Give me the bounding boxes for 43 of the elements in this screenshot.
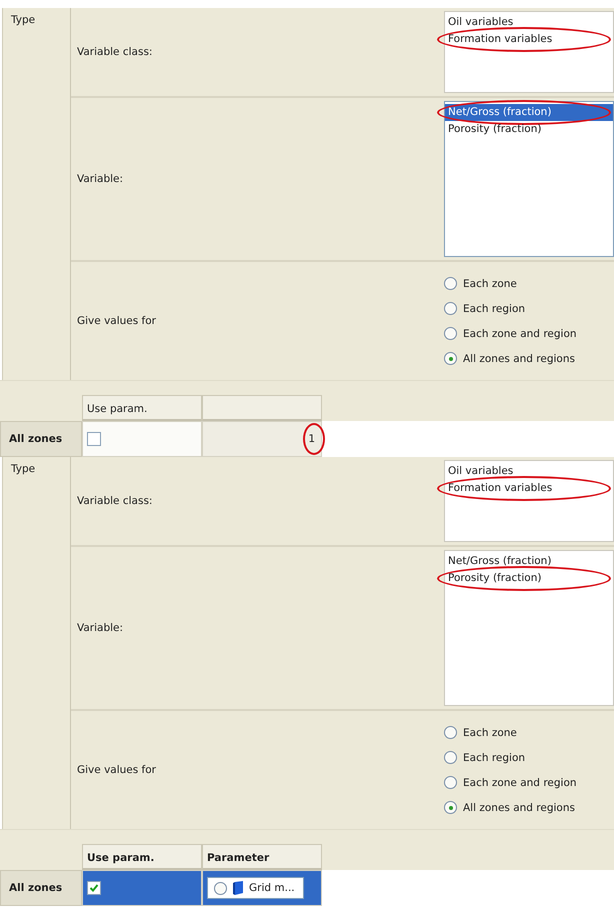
field-label: Variable:	[76, 173, 124, 185]
column-header[interactable]: Parameter	[202, 844, 322, 870]
radio-label: Each zone	[463, 726, 517, 738]
field-label: Give values for	[76, 764, 157, 776]
radio-label: Each zone	[463, 278, 517, 290]
parameter-field[interactable]: Grid m...	[207, 877, 304, 899]
type-label: Type	[11, 14, 36, 26]
cube-icon	[232, 880, 244, 896]
field-label: Variable:	[76, 622, 124, 634]
checkbox[interactable]	[87, 432, 101, 446]
column-header[interactable]: Use param.	[82, 844, 202, 870]
type-label: Type	[11, 463, 36, 475]
radio-label: All zones and regions	[463, 802, 575, 814]
radio-label: Each region	[463, 302, 526, 314]
radio-button[interactable]	[214, 882, 227, 894]
list-item[interactable]: Oil variables	[445, 463, 613, 480]
radio-button[interactable]	[444, 751, 457, 764]
field-label: Variable class:	[76, 46, 154, 58]
field-label: Variable class:	[76, 495, 154, 507]
radio-label: Each zone and region	[463, 328, 577, 340]
radio-label: All zones and regions	[463, 352, 575, 364]
radio-button[interactable]	[444, 352, 457, 365]
row-header: All zones	[0, 870, 82, 906]
list-item[interactable]: Oil variables	[445, 14, 613, 31]
radio-label: Each zone and region	[463, 776, 577, 788]
column-header[interactable]: Use param.	[82, 395, 202, 421]
radio-button[interactable]	[444, 277, 457, 290]
radio-button[interactable]	[444, 776, 457, 789]
row-header: All zones	[0, 421, 82, 457]
list-item[interactable]: Porosity (fraction)	[445, 570, 613, 587]
field-label: Give values for	[76, 315, 157, 327]
radio-button[interactable]	[444, 327, 457, 340]
list-item[interactable]: Formation variables	[445, 480, 613, 497]
radio-button[interactable]	[444, 302, 457, 315]
radio-label: Each region	[463, 752, 526, 764]
list-item[interactable]: Porosity (fraction)	[445, 121, 613, 138]
radio-button[interactable]	[444, 726, 457, 739]
column-header[interactable]	[202, 395, 322, 421]
table-cell: 1	[202, 421, 322, 457]
list-item[interactable]: Formation variables	[445, 31, 613, 48]
radio-button[interactable]	[444, 801, 457, 814]
checkbox[interactable]	[87, 881, 101, 895]
list-item[interactable]: Net/Gross (fraction)	[445, 553, 613, 570]
